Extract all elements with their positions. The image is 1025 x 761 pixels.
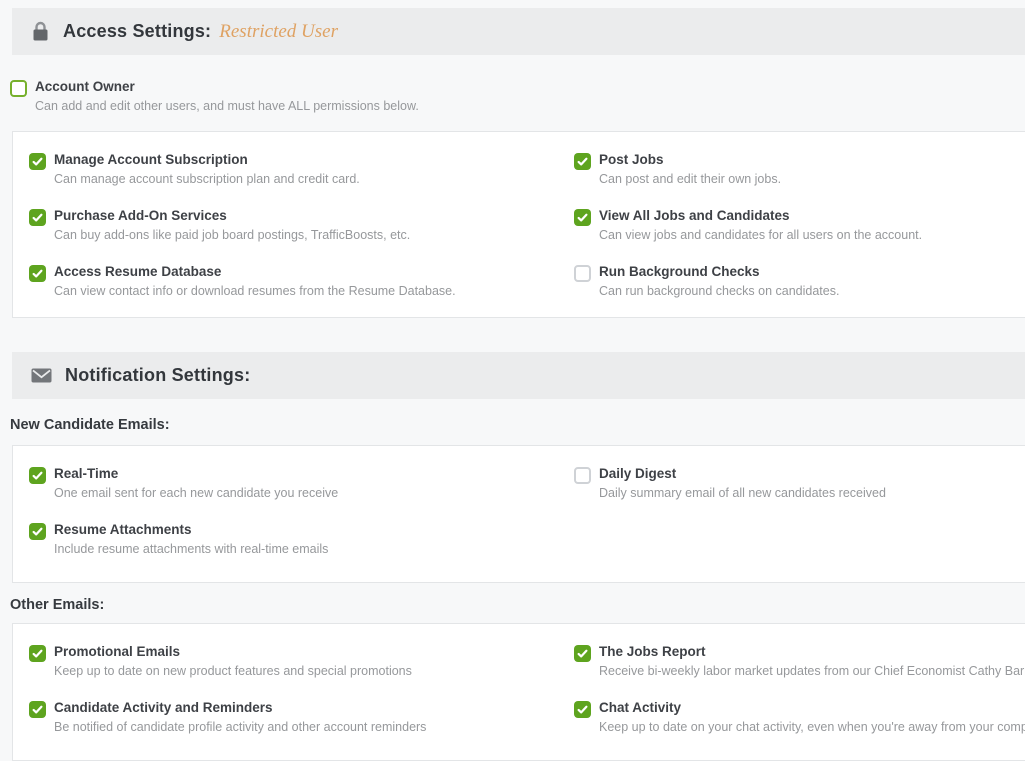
run-background-checks-checkbox[interactable]: [574, 265, 591, 282]
option-row-the-jobs-report: The Jobs Report Receive bi-weekly labor …: [574, 644, 1025, 679]
lock-icon: [31, 21, 50, 42]
manage-account-subscription-checkbox[interactable]: [29, 153, 46, 170]
chat-activity-checkbox[interactable]: [574, 701, 591, 718]
option-label[interactable]: Account Owner: [35, 79, 419, 95]
option-row-access-resume-database: Access Resume Database Can view contact …: [29, 264, 574, 299]
option-description: Receive bi-weekly labor market updates f…: [599, 664, 1025, 679]
checkmark-icon: [31, 703, 44, 716]
option-label[interactable]: Access Resume Database: [54, 264, 456, 280]
promotional-emails-checkbox[interactable]: [29, 645, 46, 662]
option-description: Daily summary email of all new candidate…: [599, 486, 886, 501]
option-label[interactable]: Daily Digest: [599, 466, 886, 482]
option-label[interactable]: Post Jobs: [599, 152, 781, 168]
restricted-user-subtitle: Restricted User: [219, 21, 338, 43]
notification-settings-title: Notification Settings:: [65, 365, 250, 386]
other-emails-panel: Promotional Emails Keep up to date on ne…: [12, 623, 1025, 761]
candidate-activity-checkbox[interactable]: [29, 701, 46, 718]
option-description: Can add and edit other users, and must h…: [35, 99, 419, 114]
option-description: Can run background checks on candidates.: [599, 284, 839, 299]
option-description: Can view jobs and candidates for all use…: [599, 228, 922, 243]
resume-attachments-checkbox[interactable]: [29, 523, 46, 540]
option-row-chat-activity: Chat Activity Keep up to date on your ch…: [574, 700, 1025, 735]
other-emails-heading: Other Emails:: [10, 597, 1025, 613]
option-label[interactable]: The Jobs Report: [599, 644, 1025, 660]
option-description: Can post and edit their own jobs.: [599, 172, 781, 187]
account-owner-checkbox[interactable]: [10, 80, 27, 97]
option-label[interactable]: Resume Attachments: [54, 522, 328, 538]
new-candidate-emails-heading: New Candidate Emails:: [10, 417, 1025, 433]
option-row-account-owner: Account Owner Can add and edit other use…: [10, 79, 1025, 114]
checkmark-icon: [576, 155, 589, 168]
option-row-run-background-checks: Run Background Checks Can run background…: [574, 264, 1025, 299]
real-time-checkbox[interactable]: [29, 467, 46, 484]
option-row-resume-attachments: Resume Attachments Include resume attach…: [29, 522, 574, 557]
post-jobs-checkbox[interactable]: [574, 153, 591, 170]
purchase-addon-services-checkbox[interactable]: [29, 209, 46, 226]
access-resume-database-checkbox[interactable]: [29, 265, 46, 282]
option-description: One email sent for each new candidate yo…: [54, 486, 338, 501]
checkmark-icon: [576, 211, 589, 224]
checkmark-icon: [31, 647, 44, 660]
option-description: Keep up to date on new product features …: [54, 664, 412, 679]
option-label[interactable]: Chat Activity: [599, 700, 1025, 716]
option-row-post-jobs: Post Jobs Can post and edit their own jo…: [574, 152, 1025, 187]
view-all-jobs-checkbox[interactable]: [574, 209, 591, 226]
option-label[interactable]: Candidate Activity and Reminders: [54, 700, 426, 716]
checkmark-icon: [31, 267, 44, 280]
settings-page: Access Settings: Restricted User Account…: [0, 0, 1025, 761]
option-label[interactable]: Manage Account Subscription: [54, 152, 360, 168]
option-row-view-all-jobs-and-candidates: View All Jobs and Candidates Can view jo…: [574, 208, 1025, 243]
option-row-real-time: Real-Time One email sent for each new ca…: [29, 466, 574, 501]
option-row-candidate-activity-reminders: Candidate Activity and Reminders Be noti…: [29, 700, 574, 735]
option-row-promotional-emails: Promotional Emails Keep up to date on ne…: [29, 644, 574, 679]
option-label[interactable]: Run Background Checks: [599, 264, 839, 280]
option-row-purchase-addon-services: Purchase Add-On Services Can buy add-ons…: [29, 208, 574, 243]
option-label[interactable]: Purchase Add-On Services: [54, 208, 410, 224]
daily-digest-checkbox[interactable]: [574, 467, 591, 484]
access-permissions-panel: Manage Account Subscription Can manage a…: [12, 131, 1025, 318]
checkmark-icon: [576, 647, 589, 660]
option-row-daily-digest: Daily Digest Daily summary email of all …: [574, 466, 1025, 501]
envelope-icon: [31, 368, 52, 383]
option-description: Include resume attachments with real-tim…: [54, 542, 328, 557]
checkmark-icon: [31, 525, 44, 538]
option-description: Can manage account subscription plan and…: [54, 172, 360, 187]
jobs-report-checkbox[interactable]: [574, 645, 591, 662]
checkmark-icon: [31, 155, 44, 168]
checkmark-icon: [31, 469, 44, 482]
option-description: Can view contact info or download resume…: [54, 284, 456, 299]
option-label[interactable]: Real-Time: [54, 466, 338, 482]
option-description: Keep up to date on your chat activity, e…: [599, 720, 1025, 735]
checkmark-icon: [576, 703, 589, 716]
option-description: Can buy add-ons like paid job board post…: [54, 228, 410, 243]
option-row-manage-account-subscription: Manage Account Subscription Can manage a…: [29, 152, 574, 187]
option-label[interactable]: View All Jobs and Candidates: [599, 208, 922, 224]
notification-settings-header: Notification Settings:: [12, 352, 1025, 399]
new-candidate-emails-panel: Real-Time One email sent for each new ca…: [12, 445, 1025, 583]
option-label[interactable]: Promotional Emails: [54, 644, 412, 660]
access-settings-header: Access Settings: Restricted User: [12, 8, 1025, 55]
access-settings-title: Access Settings:: [63, 21, 211, 42]
checkmark-icon: [31, 211, 44, 224]
option-description: Be notified of candidate profile activit…: [54, 720, 426, 735]
